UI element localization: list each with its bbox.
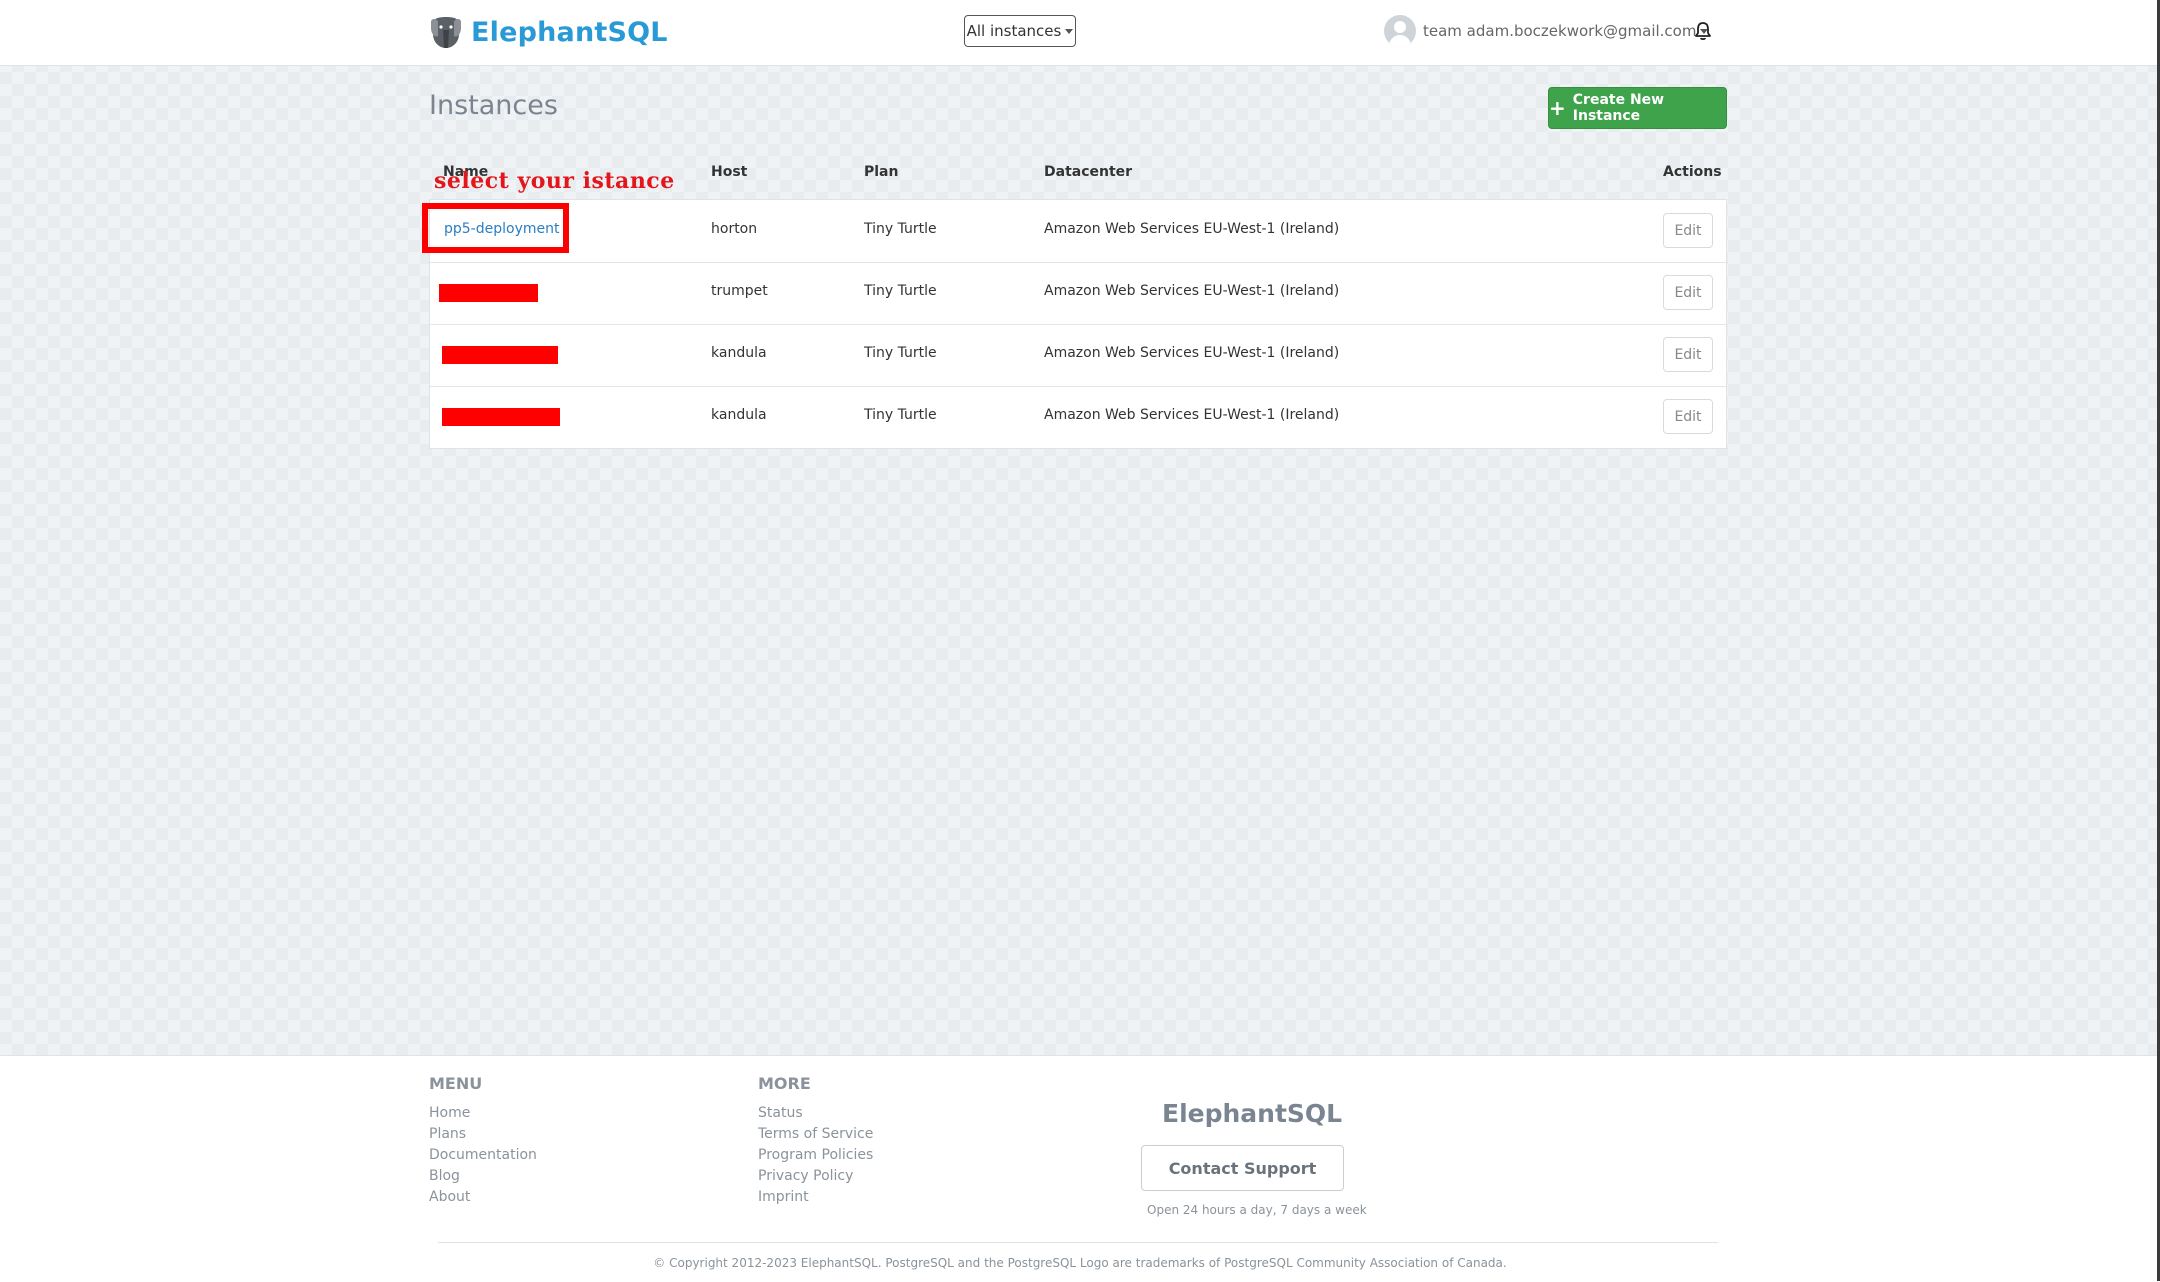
footer-menu-title: MENU [429, 1074, 483, 1093]
column-header-actions: Actions [1663, 164, 1722, 180]
footer-link-plans[interactable]: Plans [429, 1124, 537, 1145]
elephant-logo-icon [429, 14, 463, 50]
instances-table: pp5-deployment horton Tiny Turtle Amazon… [429, 199, 1727, 449]
page-title: Instances [429, 90, 558, 121]
user-label: team adam.boczekwork@gmail.com [1423, 22, 1697, 40]
instance-plan: Tiny Turtle [864, 283, 937, 299]
footer-divider [438, 1242, 1718, 1243]
footer-link-blog[interactable]: Blog [429, 1166, 537, 1187]
footer-link-documentation[interactable]: Documentation [429, 1145, 537, 1166]
instance-host: kandula [711, 407, 767, 423]
footer-link-about[interactable]: About [429, 1187, 537, 1208]
support-hours: Open 24 hours a day, 7 days a week [1147, 1203, 1367, 1217]
brand-name: ElephantSQL [471, 16, 668, 48]
annotation-select-instance: select your istance [434, 168, 675, 194]
redacted-instance-name[interactable] [439, 284, 538, 302]
table-row: kandula Tiny Turtle Amazon Web Services … [430, 386, 1726, 448]
edit-button[interactable]: Edit [1663, 337, 1713, 372]
edit-button[interactable]: Edit [1663, 275, 1713, 310]
instances-filter-dropdown[interactable]: All instances [964, 15, 1076, 47]
bell-icon[interactable] [1694, 21, 1712, 41]
instance-datacenter: Amazon Web Services EU-West-1 (Ireland) [1044, 221, 1340, 237]
redacted-instance-name[interactable] [442, 408, 560, 426]
column-header-plan: Plan [864, 164, 899, 180]
footer: MENU Home Plans Documentation Blog About… [0, 1055, 2160, 1282]
annotation-highlight-box [422, 203, 569, 253]
create-new-instance-button[interactable]: + Create New Instance [1548, 87, 1727, 129]
edit-button[interactable]: Edit [1663, 213, 1713, 248]
instance-host: kandula [711, 345, 767, 361]
instance-host: horton [711, 221, 758, 237]
instance-plan: Tiny Turtle [864, 221, 937, 237]
chevron-down-icon [1065, 28, 1074, 34]
edit-button[interactable]: Edit [1663, 399, 1713, 434]
user-menu[interactable]: team adam.boczekwork@gmail.com [1384, 14, 1709, 48]
instance-datacenter: Amazon Web Services EU-West-1 (Ireland) [1044, 283, 1340, 299]
instance-host: trumpet [711, 283, 768, 299]
footer-more: MORE Status Terms of Service Program Pol… [758, 1074, 873, 1208]
footer-link-terms[interactable]: Terms of Service [758, 1124, 873, 1145]
footer-more-title: MORE [758, 1074, 811, 1093]
table-row: trumpet Tiny Turtle Amazon Web Services … [430, 262, 1726, 325]
footer-link-home[interactable]: Home [429, 1103, 537, 1124]
footer-menu: MENU Home Plans Documentation Blog About [429, 1074, 537, 1208]
instances-filter-label: All instances [966, 22, 1062, 40]
plus-icon: + [1549, 96, 1566, 120]
footer-link-program-policies[interactable]: Program Policies [758, 1145, 873, 1166]
create-button-label: Create New Instance [1572, 92, 1665, 124]
brand-home-link[interactable]: ElephantSQL [429, 12, 668, 52]
redacted-instance-name[interactable] [442, 346, 558, 364]
footer-link-privacy[interactable]: Privacy Policy [758, 1166, 873, 1187]
instance-plan: Tiny Turtle [864, 407, 937, 423]
footer-link-status[interactable]: Status [758, 1103, 873, 1124]
column-header-datacenter: Datacenter [1044, 164, 1133, 180]
copyright-notice: © Copyright 2012-2023 ElephantSQL. Postg… [653, 1256, 1507, 1270]
contact-support-button[interactable]: Contact Support [1141, 1145, 1344, 1191]
instance-datacenter: Amazon Web Services EU-West-1 (Ireland) [1044, 345, 1340, 361]
instance-datacenter: Amazon Web Services EU-West-1 (Ireland) [1044, 407, 1340, 423]
footer-brand: ElephantSQL [1162, 1099, 1343, 1128]
top-navbar: ElephantSQL All instances team adam.bocz… [0, 0, 2160, 66]
instance-plan: Tiny Turtle [864, 345, 937, 361]
table-row: pp5-deployment horton Tiny Turtle Amazon… [430, 200, 1726, 263]
footer-link-imprint[interactable]: Imprint [758, 1187, 873, 1208]
table-row: kandula Tiny Turtle Amazon Web Services … [430, 324, 1726, 387]
column-header-host: Host [711, 164, 748, 180]
avatar [1384, 15, 1416, 47]
